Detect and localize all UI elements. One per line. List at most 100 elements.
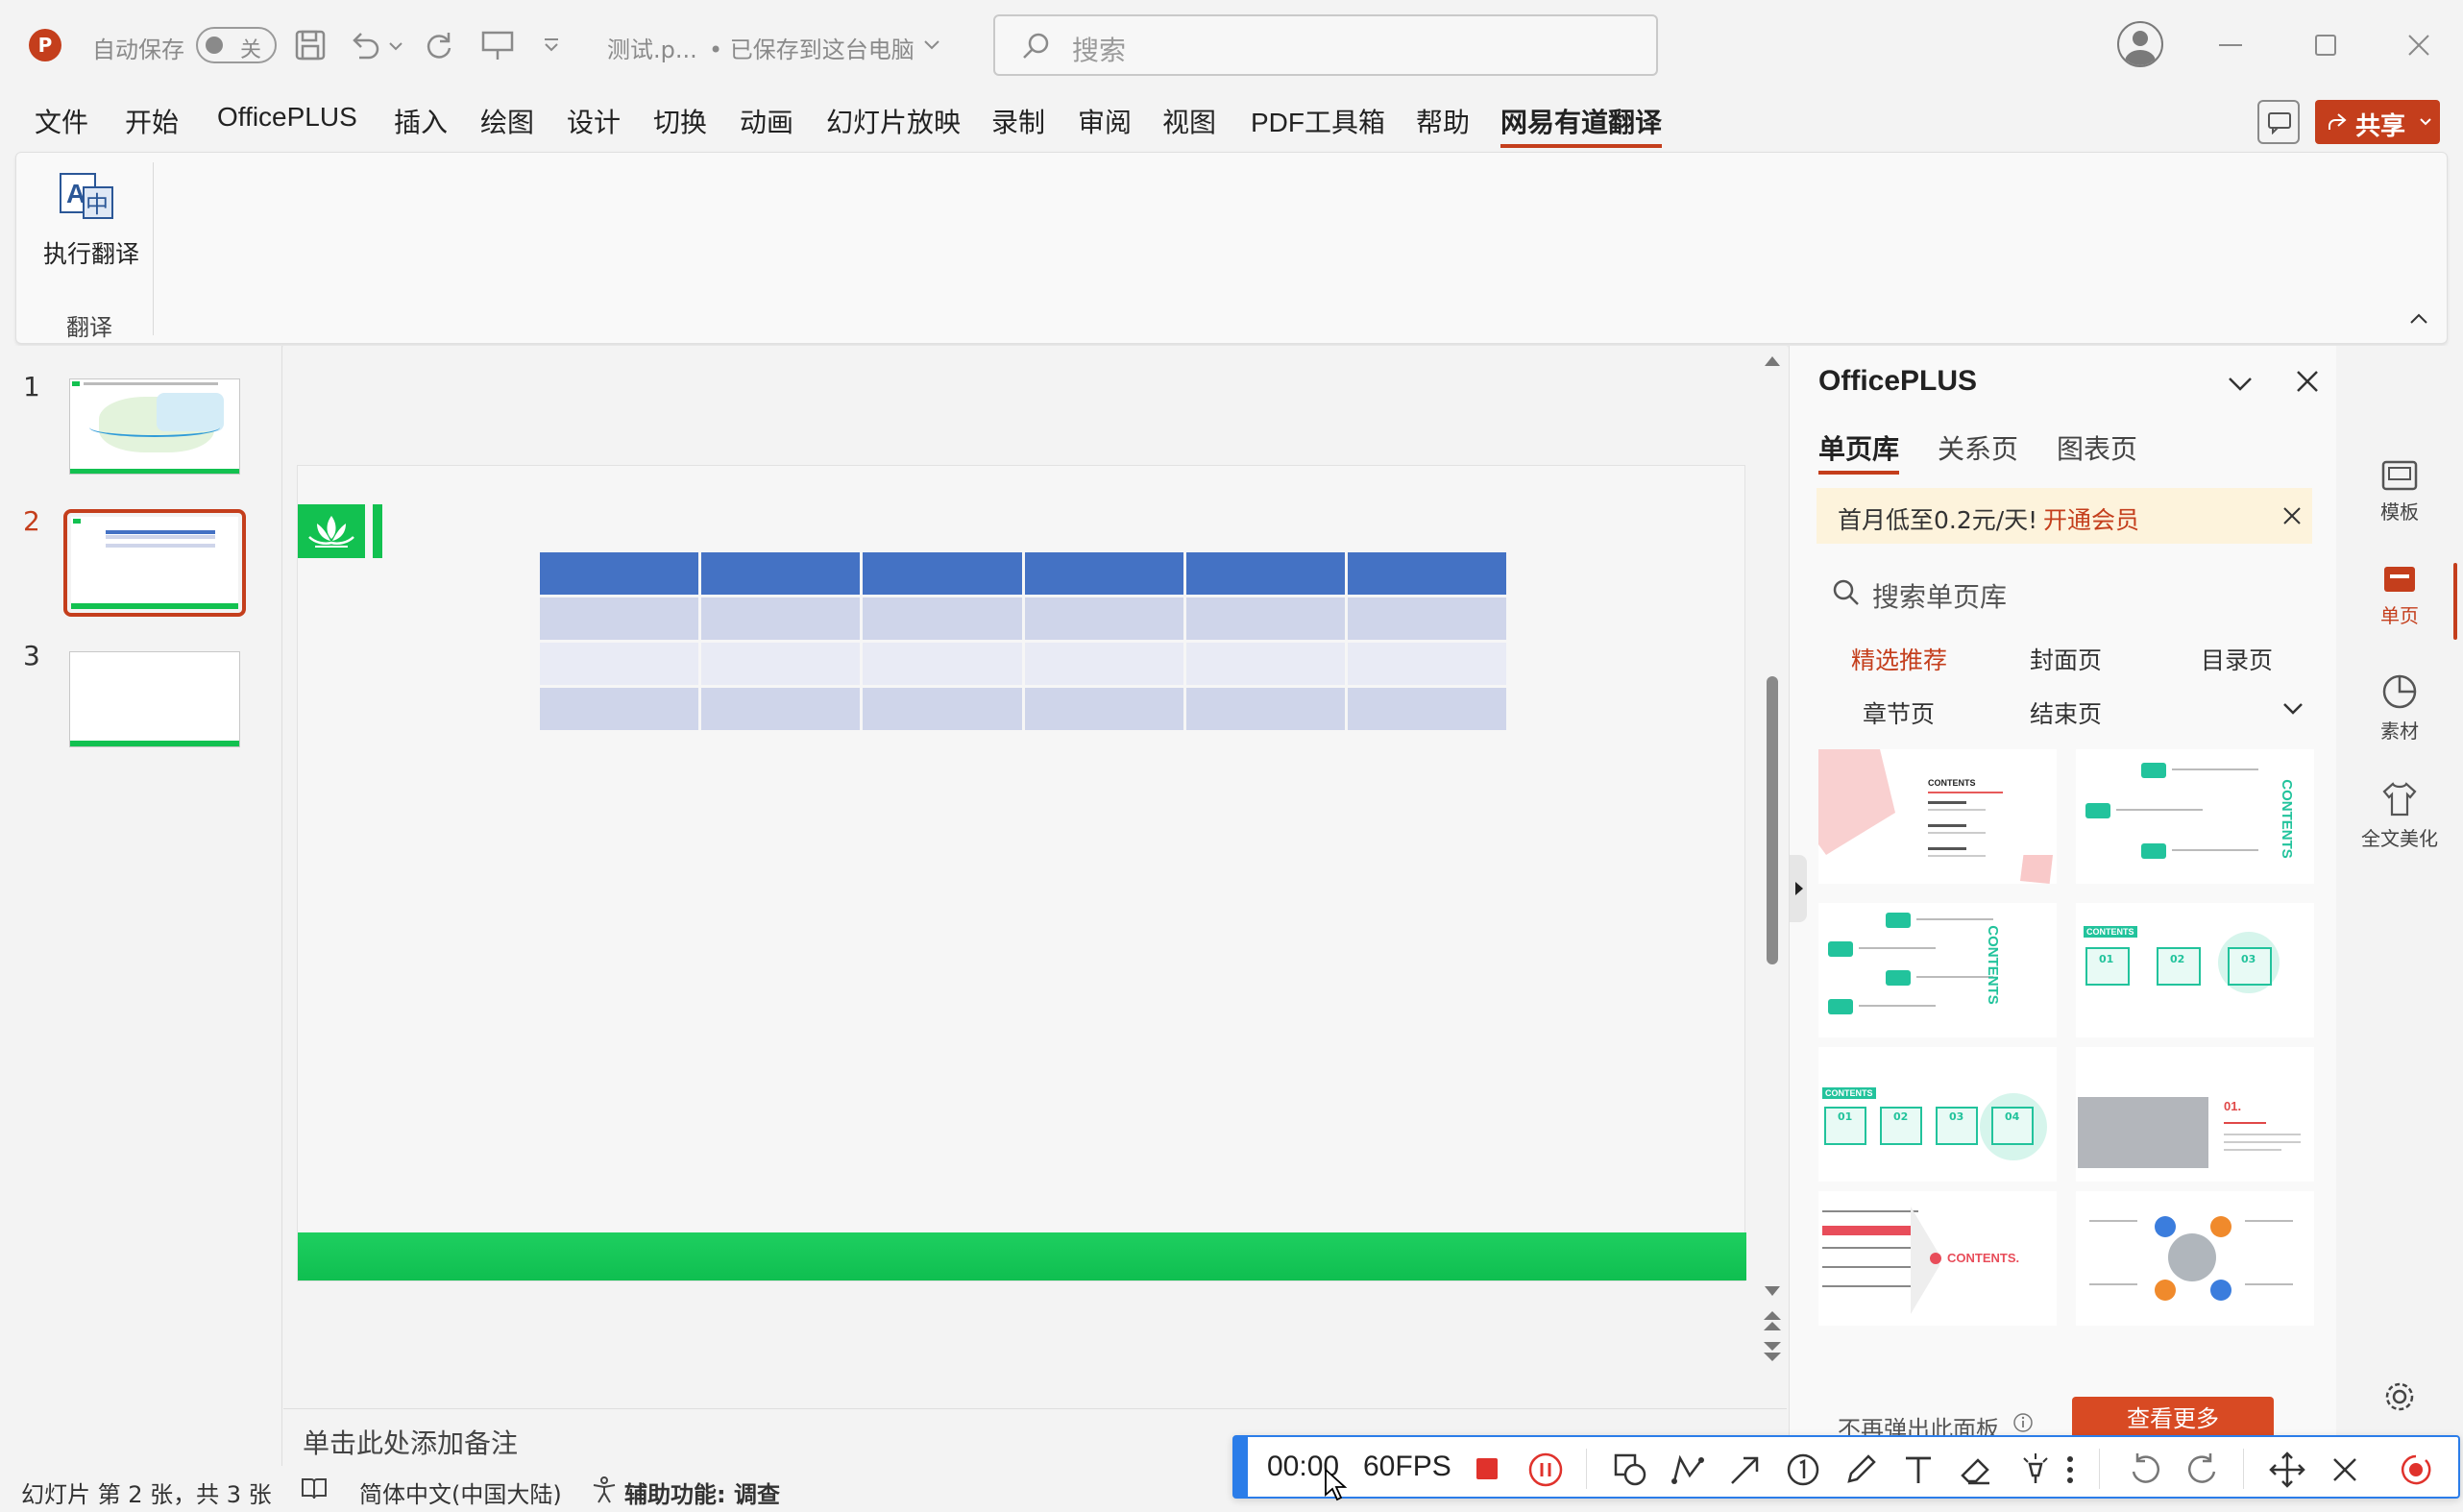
template-card[interactable]: CONTENTS 01 02 03 04	[1818, 1047, 2057, 1182]
undo-icon[interactable]	[348, 29, 382, 61]
save-status[interactable]: • 已保存到这台电脑	[709, 31, 914, 64]
slide-footer-bar	[298, 1232, 1746, 1280]
template-card[interactable]: 01.	[2076, 1047, 2314, 1182]
tab-record[interactable]: 录制	[991, 102, 1045, 140]
tab-design[interactable]: 设计	[567, 102, 621, 140]
template-card[interactable]: CONTENTS.	[1818, 1191, 2057, 1326]
shapes-icon[interactable]	[1611, 1451, 1649, 1489]
arrow-icon[interactable]	[1726, 1451, 1765, 1489]
number-marker-icon[interactable]	[1784, 1451, 1822, 1489]
tab-youdao-translate[interactable]: 网易有道翻译	[1500, 102, 1663, 148]
tab-pdf-tools[interactable]: PDF工具箱	[1251, 102, 1385, 140]
template-card[interactable]: CONTENTS 01 02 03	[2076, 903, 2314, 1037]
search-box[interactable]: 搜索	[993, 14, 1658, 76]
stop-recording-button[interactable]	[1476, 1458, 1498, 1479]
tab-single-page[interactable]: 单页库	[1818, 428, 1899, 467]
pause-recording-icon[interactable]	[1526, 1451, 1565, 1489]
recorder-drag-handle[interactable]	[1234, 1437, 1248, 1497]
undo-dropdown-icon[interactable]	[388, 40, 403, 52]
translate-button[interactable]: A 中 执行翻译	[30, 166, 145, 272]
tab-relation-page[interactable]: 关系页	[1938, 428, 2018, 467]
lotus-icon	[308, 516, 354, 548]
category-featured[interactable]: 精选推荐	[1851, 642, 1947, 676]
slide-thumbnail-3[interactable]	[69, 651, 240, 747]
tab-insert[interactable]: 插入	[394, 102, 448, 140]
redo-icon[interactable]	[2183, 1451, 2222, 1489]
move-icon[interactable]	[2268, 1451, 2306, 1489]
maximize-button[interactable]	[2315, 35, 2336, 56]
chevron-down-icon[interactable]	[2226, 375, 2255, 394]
template-card[interactable]: CONTENTS	[1818, 749, 2057, 884]
undo-icon[interactable]	[2126, 1451, 2164, 1489]
chevron-down-icon[interactable]	[922, 38, 941, 52]
pen-icon[interactable]	[1841, 1451, 1880, 1489]
share-button[interactable]: 共享	[2315, 100, 2440, 144]
close-window-button[interactable]	[2406, 33, 2431, 58]
language-indicator[interactable]: 简体中文(中国大陆)	[359, 1475, 562, 1509]
tab-help[interactable]: 帮助	[1416, 102, 1470, 140]
tab-draw[interactable]: 绘图	[480, 102, 534, 140]
text-tool-icon[interactable]	[1899, 1451, 1938, 1489]
tab-home[interactable]: 开始	[125, 102, 179, 140]
tab-officeplus[interactable]: OfficePLUS	[217, 102, 357, 133]
tab-slideshow[interactable]: 幻灯片放映	[826, 102, 961, 140]
tab-file[interactable]: 文件	[35, 102, 88, 140]
collapse-ribbon-icon[interactable]	[2408, 312, 2429, 326]
tab-view[interactable]: 视图	[1162, 102, 1216, 140]
comments-button[interactable]	[2257, 100, 2300, 144]
template-card[interactable]: CONTENTS	[2076, 749, 2314, 884]
template-card[interactable]: CONTENTS	[1818, 903, 2057, 1037]
close-promo-icon[interactable]	[2281, 505, 2303, 526]
redo-icon[interactable]	[423, 29, 455, 61]
category-toc[interactable]: 目录页	[2201, 642, 2273, 676]
tab-chart-page[interactable]: 图表页	[2057, 428, 2137, 467]
accessibility-icon[interactable]	[590, 1475, 619, 1504]
rail-item-beautify[interactable]: 全文美化	[2336, 780, 2463, 851]
search-icon	[1023, 33, 1049, 59]
close-icon[interactable]	[2326, 1451, 2364, 1489]
powerpoint-logo-icon: P	[29, 29, 61, 61]
collapse-gallery-handle[interactable]	[1790, 855, 1807, 922]
present-icon[interactable]	[480, 29, 515, 61]
document-name[interactable]: 测试.p...	[607, 31, 697, 64]
promo-link[interactable]: 开通会员	[2043, 501, 2139, 536]
template-card[interactable]	[2076, 1191, 2314, 1326]
accessibility-status[interactable]: 辅助功能: 调查	[624, 1475, 780, 1509]
close-panel-icon[interactable]	[2295, 369, 2320, 394]
slide-thumbnail-1[interactable]	[69, 378, 240, 475]
vertical-scrollbar-thumb[interactable]	[1767, 676, 1778, 964]
polyline-icon[interactable]	[1669, 1451, 1707, 1489]
scroll-down-icon[interactable]	[1763, 1283, 1782, 1299]
slide-table[interactable]	[540, 552, 1507, 733]
rail-item-materials[interactable]: 素材	[2336, 672, 2463, 744]
save-icon[interactable]	[294, 29, 327, 61]
tab-animations[interactable]: 动画	[740, 102, 793, 140]
settings-gear-icon[interactable]	[2382, 1379, 2417, 1414]
tab-transitions[interactable]: 切换	[653, 102, 707, 140]
autosave-toggle[interactable]: 关	[196, 27, 277, 63]
slide-canvas[interactable]	[297, 465, 1746, 1281]
single-page-icon	[2384, 567, 2415, 592]
customize-toolbar-icon[interactable]	[542, 37, 561, 54]
eraser-icon[interactable]	[1957, 1451, 1995, 1489]
category-ending[interactable]: 结束页	[2030, 695, 2102, 730]
slide-thumbnail-2[interactable]	[63, 509, 246, 617]
minimize-button[interactable]	[2219, 44, 2242, 46]
account-avatar[interactable]	[2117, 21, 2163, 67]
record-status-icon[interactable]	[2397, 1451, 2435, 1489]
tab-review[interactable]: 审阅	[1078, 102, 1132, 140]
scroll-up-icon[interactable]	[1763, 354, 1782, 369]
expand-categories-icon[interactable]	[2281, 701, 2304, 717]
previous-slide-icon[interactable]	[1761, 1308, 1784, 1333]
category-cover[interactable]: 封面页	[2030, 642, 2102, 676]
template-search-input[interactable]: 搜索单页库	[1817, 563, 2312, 621]
next-slide-icon[interactable]	[1761, 1339, 1784, 1364]
info-icon[interactable]	[2012, 1412, 2034, 1433]
spotlight-icon[interactable]	[2016, 1451, 2055, 1489]
rail-item-single-page[interactable]: 单页	[2336, 563, 2463, 628]
category-section[interactable]: 章节页	[1863, 695, 1935, 730]
spellcheck-book-icon[interactable]	[300, 1475, 329, 1502]
rail-item-templates[interactable]: 模板	[2336, 459, 2463, 524]
more-options-icon[interactable]	[2051, 1451, 2089, 1489]
slide-counter[interactable]: 幻灯片 第 2 张，共 3 张	[21, 1475, 272, 1509]
